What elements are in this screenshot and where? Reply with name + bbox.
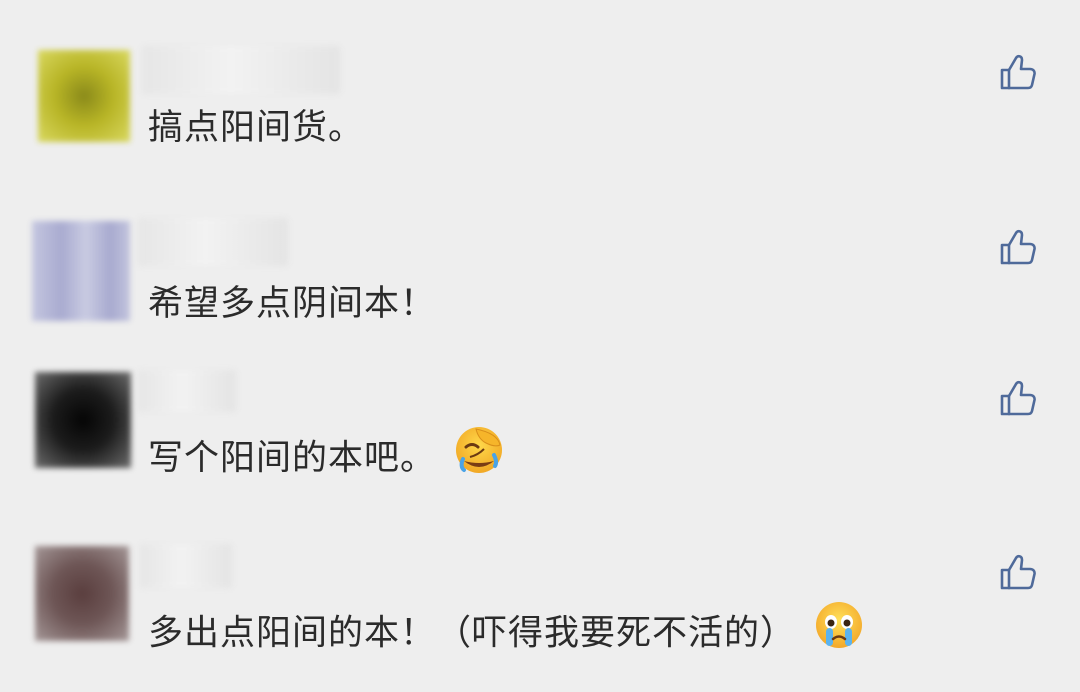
- comment-item: 希望多点阴间本！: [0, 170, 1080, 350]
- avatar[interactable]: [35, 372, 131, 468]
- avatar[interactable]: [32, 221, 130, 321]
- comment-text: 写个阳间的本吧。: [148, 425, 504, 491]
- thumbs-up-icon: [1000, 54, 1036, 90]
- username-blurred[interactable]: [138, 370, 236, 412]
- comment-text: 多出点阳间的本！（吓得我要死不活的）: [148, 600, 864, 666]
- comment-text-body: 多出点阳间的本！（吓得我要死不活的）: [148, 613, 797, 654]
- thumbs-up-icon: [1000, 229, 1036, 265]
- avatar[interactable]: [38, 50, 130, 142]
- like-button[interactable]: [996, 50, 1040, 94]
- like-button[interactable]: [996, 225, 1040, 269]
- comment-item: 多出点阳间的本！（吓得我要死不活的）: [0, 520, 1080, 692]
- comment-text: 希望多点阴间本！: [148, 284, 437, 324]
- username-blurred[interactable]: [142, 46, 340, 94]
- crying-face-emoji: [814, 600, 864, 663]
- thumbs-up-icon: [1000, 380, 1036, 416]
- comment-text-body: 写个阳间的本吧。: [148, 438, 437, 479]
- comment-item: 写个阳间的本吧。: [0, 350, 1080, 520]
- like-button[interactable]: [996, 550, 1040, 594]
- username-blurred[interactable]: [138, 218, 288, 266]
- like-button[interactable]: [996, 376, 1040, 420]
- username-blurred[interactable]: [140, 544, 232, 588]
- avatar[interactable]: [35, 546, 129, 641]
- thumbs-up-icon: [1000, 554, 1036, 590]
- comment-item: 搞点阳间货。: [0, 0, 1080, 170]
- face-palm-laughing-emoji: [454, 425, 504, 488]
- comment-text: 搞点阳间货。: [148, 108, 365, 148]
